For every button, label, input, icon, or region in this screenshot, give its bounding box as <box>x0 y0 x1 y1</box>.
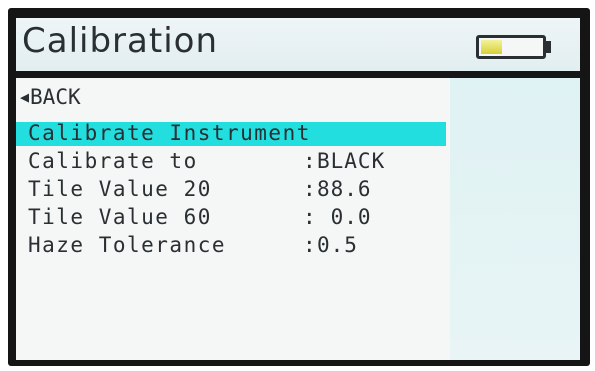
menu-item-haze-tolerance[interactable]: Haze Tolerance : 0.5 <box>16 233 446 258</box>
menu-item-label: Tile Value 60 <box>28 205 212 229</box>
menu-item-calibrate-to[interactable]: Calibrate to : BLACK <box>16 149 446 174</box>
battery-level-fill <box>481 40 502 54</box>
page-title: Calibration <box>22 21 218 61</box>
left-triangle-icon: ◀ <box>20 88 30 106</box>
menu-item-value: BLACK <box>317 149 386 173</box>
menu-item-value: 0.5 <box>317 233 358 257</box>
menu-item-separator: : <box>303 149 316 173</box>
menu-item-value: 0.0 <box>317 205 372 229</box>
back-label: BACK <box>30 85 81 109</box>
menu-item-label: Haze Tolerance <box>28 233 227 257</box>
header-divider <box>16 71 580 78</box>
battery-icon <box>476 35 546 59</box>
title-bar: Calibration <box>16 18 580 71</box>
menu-item-separator: : <box>303 205 316 229</box>
battery-tip <box>546 41 551 53</box>
side-panel <box>450 78 580 360</box>
back-button[interactable]: ◀ BACK <box>20 84 81 110</box>
menu-item-separator: : <box>303 177 316 201</box>
menu-item-label: Calibrate to <box>28 149 198 173</box>
menu-item-tile-value-60[interactable]: Tile Value 60 : 0.0 <box>16 205 446 230</box>
menu-item-calibrate-instrument[interactable]: Calibrate Instrument <box>16 121 446 146</box>
menu-item-value: 88.6 <box>317 177 372 201</box>
menu-item-label: Tile Value 20 <box>28 177 212 201</box>
menu-item-label: Calibrate Instrument <box>28 121 311 145</box>
lcd-screen: Calibration ◀ BACK Calibrate Instrument … <box>16 18 580 360</box>
device-bezel: Calibration ◀ BACK Calibrate Instrument … <box>0 0 595 371</box>
menu-item-tile-value-20[interactable]: Tile Value 20 : 88.6 <box>16 177 446 202</box>
menu-item-separator: : <box>303 233 316 257</box>
